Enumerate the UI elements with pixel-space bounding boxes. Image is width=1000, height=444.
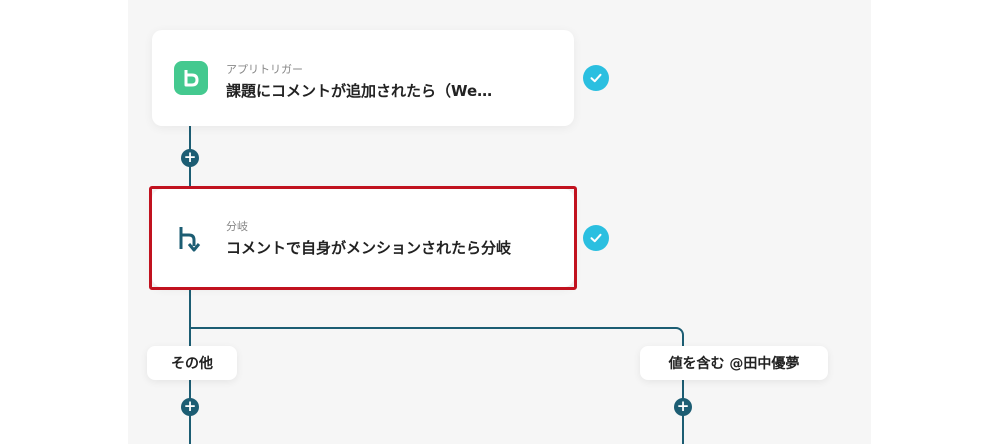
add-step-button[interactable]: + [674,398,692,416]
trigger-subtitle: アプリトリガー [226,63,303,76]
plus-icon: + [183,148,197,166]
branch-label-other[interactable]: その他 [147,346,237,380]
plus-icon: + [676,397,690,415]
backlog-app-icon [174,61,208,95]
connector-line [189,327,676,329]
selection-highlight [149,186,577,290]
add-step-button[interactable]: + [181,149,199,167]
branch-label-contains[interactable]: 値を含む @田中優夢 [640,346,828,380]
trigger-title: 課題にコメントが追加されたら（We… [226,82,493,100]
plus-icon: + [183,397,197,415]
add-step-button[interactable]: + [181,398,199,416]
trigger-card[interactable]: アプリトリガー 課題にコメントが追加されたら（We… [152,30,574,126]
check-icon [583,225,609,251]
flow-canvas: アプリトリガー 課題にコメントが追加されたら（We… + 分岐 コメントで自身が… [128,0,871,444]
check-icon [583,65,609,91]
